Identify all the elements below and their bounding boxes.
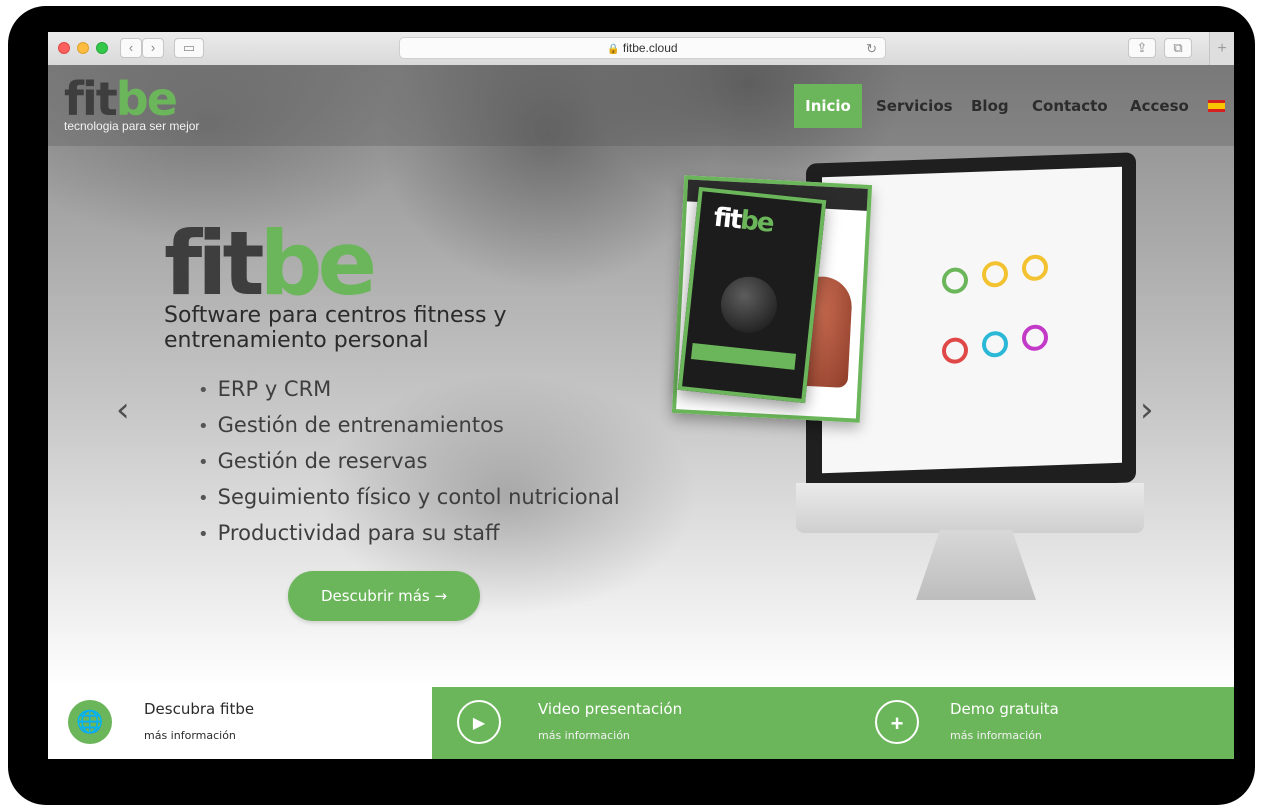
feature-card-title: Video presentación bbox=[538, 700, 683, 718]
forward-button[interactable]: › bbox=[142, 38, 164, 58]
plus-icon: + bbox=[1217, 40, 1227, 57]
sidebar-toggle-button[interactable]: ▭ bbox=[174, 38, 204, 58]
feature-card-title: Descubra fitbe bbox=[144, 700, 255, 718]
browser-window: ‹ › ▭ 🔒 fitbe.cloud ↻ ⇪ ⧉ + fitbe tecnolo… bbox=[48, 32, 1234, 759]
back-button[interactable]: ‹ bbox=[120, 38, 142, 58]
hero-slider: fitbe tecnologia para ser mejor Inicio S… bbox=[48, 65, 1234, 687]
logo-tagline: tecnologia para ser mejor bbox=[64, 119, 200, 133]
phone-mockup: fitbe bbox=[677, 186, 827, 404]
nav-item-servicios[interactable]: Servicios bbox=[876, 84, 953, 128]
address-bar[interactable]: 🔒 fitbe.cloud ↻ bbox=[399, 37, 886, 59]
more-info-link[interactable]: más información bbox=[538, 729, 630, 742]
lock-icon: 🔒 bbox=[607, 44, 620, 55]
hero-title: Software para centros fitness y entrenam… bbox=[164, 303, 507, 353]
feature-item: Productividad para su staff bbox=[198, 515, 620, 551]
progress-ring bbox=[942, 267, 968, 295]
nav-item-acceso[interactable]: Acceso bbox=[1130, 84, 1189, 128]
share-icon: ⇪ bbox=[1136, 40, 1148, 55]
chevron-right-icon: › bbox=[150, 40, 156, 55]
globe-icon: 🌐 bbox=[68, 700, 112, 744]
feature-item: ERP y CRM bbox=[198, 371, 620, 407]
add-user-icon: + bbox=[875, 700, 919, 744]
progress-ring bbox=[942, 337, 968, 365]
chevron-left-icon[interactable]: ‹ bbox=[116, 390, 130, 430]
feature-bar-green: ▶ Video presentación más información + D… bbox=[432, 687, 1234, 759]
close-window-button[interactable] bbox=[58, 42, 70, 54]
chevron-left-icon: ‹ bbox=[128, 40, 134, 55]
site-logo[interactable]: fitbe tecnologia para ser mejor bbox=[64, 72, 200, 133]
feature-list: ERP y CRM Gestión de entrenamientos Gest… bbox=[198, 371, 620, 551]
spain-flag-icon[interactable] bbox=[1208, 100, 1225, 112]
progress-ring bbox=[982, 260, 1008, 288]
logo-wordmark: fitbe bbox=[64, 72, 178, 126]
minimize-window-button[interactable] bbox=[77, 42, 89, 54]
hero-logo: fitbe bbox=[164, 212, 377, 315]
feature-item: Gestión de reservas bbox=[198, 443, 620, 479]
feature-bar: 🌐 Descubra fitbe más información ▶ Video… bbox=[48, 687, 1234, 759]
discover-more-button[interactable]: Descubrir más → bbox=[288, 571, 480, 621]
nav-item-inicio[interactable]: Inicio bbox=[794, 84, 862, 128]
nav-item-contacto[interactable]: Contacto bbox=[1032, 84, 1108, 128]
monitor-chin bbox=[796, 483, 1144, 533]
show-tabs-button[interactable]: ⧉ bbox=[1164, 38, 1192, 58]
share-button[interactable]: ⇪ bbox=[1128, 38, 1156, 58]
monitor-stand bbox=[916, 530, 1036, 600]
tabs-icon: ⧉ bbox=[1173, 40, 1183, 55]
zoom-window-button[interactable] bbox=[96, 42, 108, 54]
video-camera-icon: ▶ bbox=[457, 700, 501, 744]
kettlebell-image bbox=[718, 273, 780, 336]
sidebar-icon: ▭ bbox=[182, 40, 196, 55]
main-nav: Inicio Servicios Blog Contacto Acceso bbox=[794, 84, 1234, 128]
progress-ring bbox=[982, 330, 1008, 358]
url-text: fitbe.cloud bbox=[622, 41, 678, 55]
phone-logo: fitbe bbox=[712, 202, 775, 239]
nav-item-blog[interactable]: Blog bbox=[971, 84, 1009, 128]
phone-buttons bbox=[690, 343, 797, 370]
more-info-link[interactable]: más información bbox=[950, 729, 1042, 742]
reload-icon[interactable]: ↻ bbox=[866, 39, 877, 59]
progress-ring bbox=[1022, 324, 1048, 352]
more-info-link[interactable]: más información bbox=[144, 729, 236, 742]
browser-toolbar: ‹ › ▭ 🔒 fitbe.cloud ↻ ⇪ ⧉ + bbox=[48, 32, 1234, 66]
feature-item: Gestión de entrenamientos bbox=[198, 407, 620, 443]
feature-card-discover[interactable]: 🌐 Descubra fitbe más información bbox=[48, 687, 432, 759]
progress-ring bbox=[1022, 254, 1048, 282]
new-tab-button[interactable]: + bbox=[1209, 32, 1234, 65]
feature-card-title: Demo gratuita bbox=[950, 700, 1059, 718]
feature-item: Seguimiento físico y contol nutricional bbox=[198, 479, 620, 515]
